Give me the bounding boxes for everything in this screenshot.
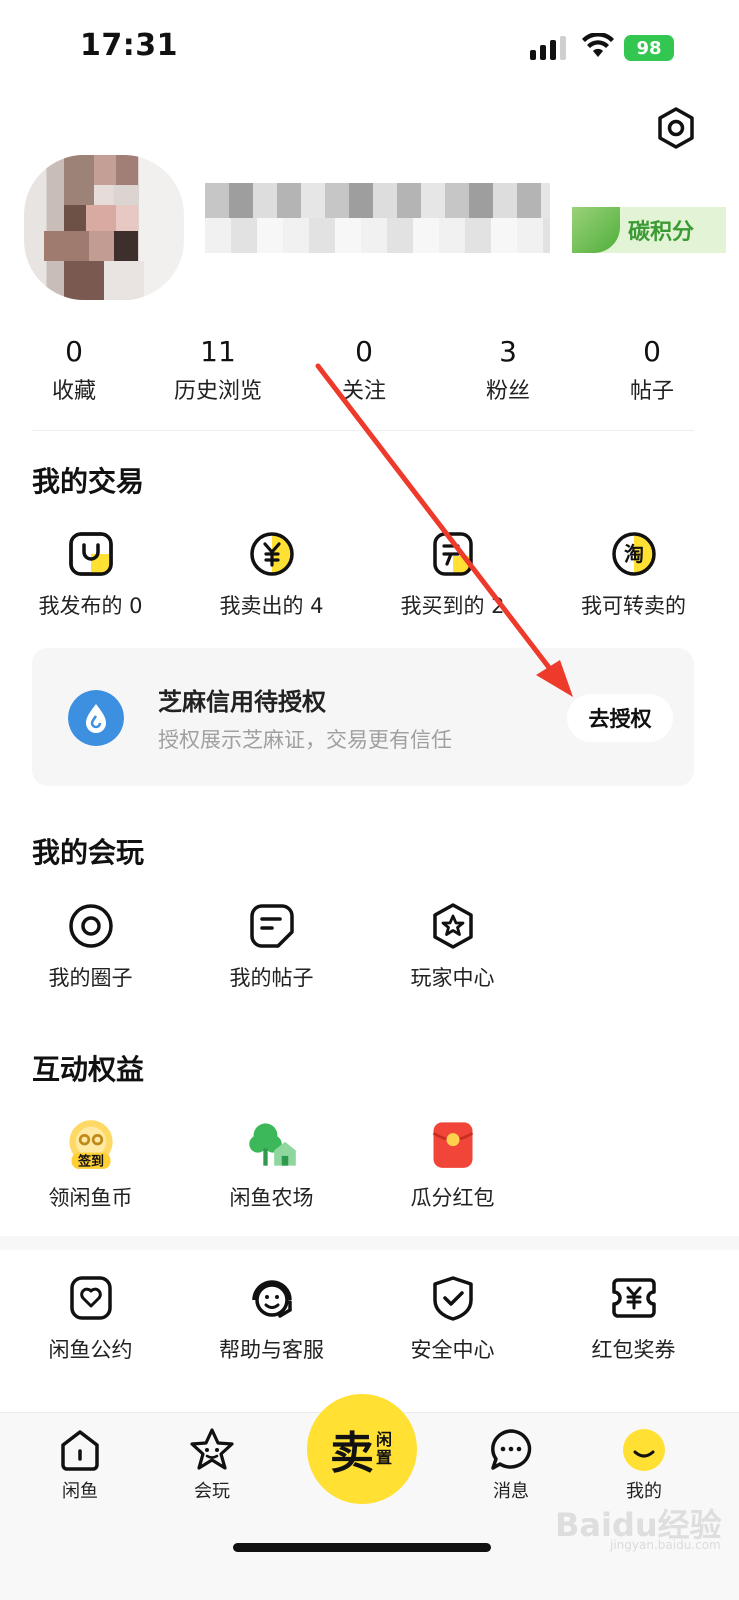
taobao-icon: 淘 <box>611 532 656 576</box>
service-item-label: 帮助与客服 <box>219 1338 324 1362</box>
purchase-icon <box>432 532 473 576</box>
section-title-play: 我的会玩 <box>32 836 145 869</box>
trade-item-label: 我发布的 0 <box>38 594 143 618</box>
battery-indicator: 98 <box>624 35 674 61</box>
authorize-button[interactable]: 去授权 <box>567 694 673 742</box>
farm-icon <box>248 1123 296 1166</box>
stat-label: 帖子 <box>629 379 674 404</box>
play-item-circle[interactable]: 我的圈子 <box>0 902 181 992</box>
circle-icon <box>68 904 113 948</box>
sesame-subtitle: 授权展示芝麻证，交易更有信任 <box>158 728 452 752</box>
leaf-icon <box>572 207 620 253</box>
tab-label: 闲鱼 <box>62 1481 98 1502</box>
tab-label: 消息 <box>493 1481 529 1502</box>
stat-posts[interactable]: 0 帖子 <box>582 335 722 405</box>
status-time: 17:31 <box>80 28 178 63</box>
bag-icon <box>68 532 113 576</box>
trade-item-label: 我可转卖的 <box>581 594 686 618</box>
stat-label: 粉丝 <box>485 379 530 404</box>
trade-item-label: 我卖出的 4 <box>219 594 324 618</box>
section-title-benefits: 互动权益 <box>32 1053 145 1086</box>
service-item-coupons[interactable]: 红包奖券 <box>543 1274 724 1364</box>
service-item-label: 闲鱼公约 <box>48 1338 133 1362</box>
service-item-label: 红包奖券 <box>591 1338 676 1362</box>
message-icon <box>491 1429 532 1470</box>
stat-value: 0 <box>355 335 373 368</box>
sesame-credit-card[interactable]: 芝麻信用待授权 授权展示芝麻证，交易更有信任 去授权 <box>32 648 694 786</box>
coupon-icon <box>611 1278 656 1318</box>
red-packet-icon <box>432 1122 473 1168</box>
play-item-posts[interactable]: 我的帖子 <box>181 902 362 992</box>
stat-value: 11 <box>200 335 236 368</box>
watermark-url: jingyan.baidu.com <box>610 1538 721 1552</box>
section-title-trade: 我的交易 <box>32 465 145 498</box>
post-icon <box>249 904 294 948</box>
sesame-title: 芝麻信用待授权 <box>158 688 326 716</box>
profile-header[interactable]: 碳积分 <box>0 155 739 305</box>
battery-level: 98 <box>636 37 662 59</box>
sell-label: 卖 <box>330 1428 374 1479</box>
stat-value: 3 <box>499 335 517 368</box>
benefit-item-label: 瓜分红包 <box>410 1186 495 1210</box>
heart-shield-icon <box>69 1276 112 1320</box>
divider <box>32 430 694 431</box>
tab-play[interactable]: 会玩 <box>162 1427 262 1503</box>
stat-label: 历史浏览 <box>173 379 262 404</box>
play-item-label: 玩家中心 <box>410 966 495 990</box>
username-redacted <box>205 183 550 253</box>
benefit-item-farm[interactable]: 闲鱼农场 <box>181 1118 362 1212</box>
sell-idle-button[interactable]: 卖 闲置 <box>307 1394 417 1504</box>
taobao-glyph: 淘 <box>624 542 644 566</box>
stat-value: 0 <box>643 335 661 368</box>
benefit-item-coins[interactable]: 签到 领闲鱼币 <box>0 1118 181 1212</box>
avatar[interactable] <box>24 155 184 300</box>
play-item-label: 我的帖子 <box>229 966 314 990</box>
play-item-player-center[interactable]: 玩家中心 <box>362 902 543 992</box>
status-bar: 17:31 98 <box>0 0 739 100</box>
benefit-item-label: 领闲鱼币 <box>48 1186 133 1210</box>
tab-messages[interactable]: 消息 <box>461 1427 561 1503</box>
service-item-help[interactable]: 帮助与客服 <box>181 1274 362 1364</box>
wifi-icon <box>582 33 614 57</box>
checkin-coin-icon: 签到 <box>68 1120 113 1170</box>
home-indicator[interactable] <box>233 1543 491 1552</box>
trade-item-label: 我买到的 2 <box>400 594 505 618</box>
benefit-item-label: 闲鱼农场 <box>229 1186 314 1210</box>
stats-row: 0 收藏 11 历史浏览 0 关注 3 粉丝 0 帖子 <box>0 335 739 415</box>
yuan-coin-icon <box>249 532 294 576</box>
trade-item-published[interactable]: 我发布的 0 <box>0 530 181 620</box>
settings-gear-icon[interactable] <box>654 106 698 150</box>
stat-label: 收藏 <box>51 379 96 404</box>
trade-item-resell[interactable]: 淘 我可转卖的 <box>543 530 724 620</box>
security-check-icon <box>432 1276 473 1321</box>
carbon-points-badge[interactable]: 碳积分 <box>572 207 726 253</box>
play-item-label: 我的圈子 <box>48 966 133 990</box>
carbon-points-label: 碳积分 <box>628 220 695 245</box>
service-item-convention[interactable]: 闲鱼公约 <box>0 1274 181 1364</box>
home-icon <box>61 1430 99 1471</box>
profile-smile-icon <box>623 1429 665 1471</box>
signal-icon <box>530 36 566 60</box>
tab-home[interactable]: 闲鱼 <box>30 1427 130 1503</box>
benefit-item-red-packet[interactable]: 瓜分红包 <box>362 1118 543 1212</box>
tab-me[interactable]: 我的 <box>594 1427 694 1503</box>
stat-fans[interactable]: 3 粉丝 <box>438 335 578 405</box>
play-star-icon <box>190 1428 234 1470</box>
customer-service-icon <box>251 1280 292 1318</box>
stat-favorites[interactable]: 0 收藏 <box>4 335 144 405</box>
stat-following[interactable]: 0 关注 <box>294 335 434 405</box>
trade-item-sold[interactable]: 我卖出的 4 <box>181 530 362 620</box>
star-badge-icon <box>432 903 473 949</box>
section-separator <box>0 1236 739 1250</box>
sesame-logo-icon <box>68 690 124 746</box>
service-item-security[interactable]: 安全中心 <box>362 1274 543 1364</box>
idle-label: 闲置 <box>376 1430 393 1467</box>
checkin-badge-text: 签到 <box>76 1154 103 1170</box>
stat-label: 关注 <box>341 379 386 404</box>
stat-history[interactable]: 11 历史浏览 <box>148 335 288 405</box>
tab-label: 会玩 <box>194 1481 230 1502</box>
service-item-label: 安全中心 <box>410 1338 495 1362</box>
stat-value: 0 <box>65 335 83 368</box>
trade-item-bought[interactable]: 我买到的 2 <box>362 530 543 620</box>
